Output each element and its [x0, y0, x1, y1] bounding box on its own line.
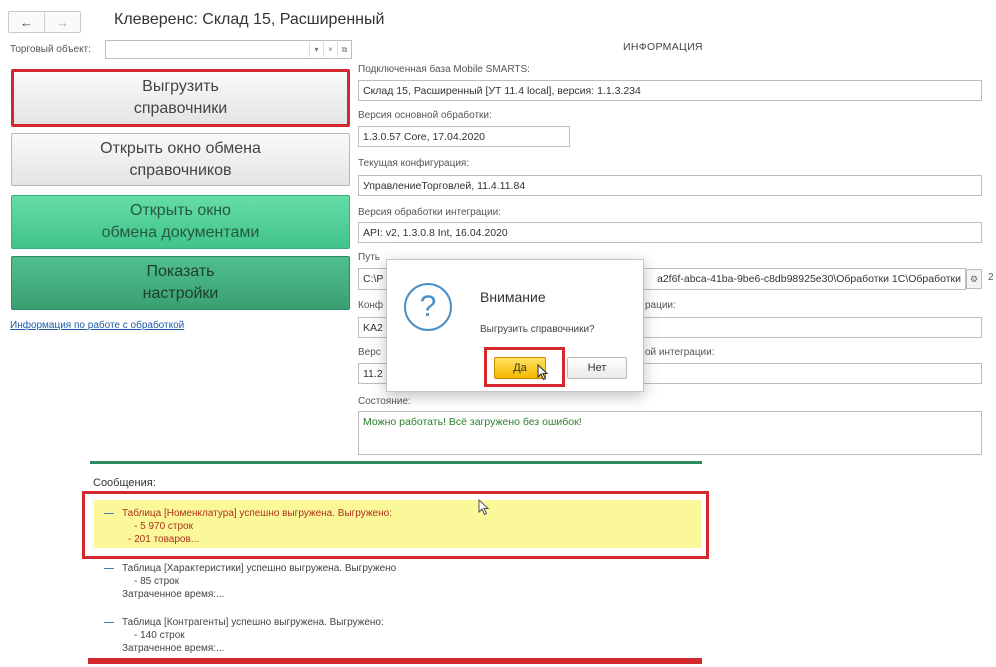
trade-object-field[interactable]: ▾ × ⧉ — [105, 40, 352, 59]
path-extra: 2 — [988, 272, 994, 283]
settings-line-1: Показать — [146, 263, 215, 280]
upload-line-1: Выгрузить — [142, 78, 219, 95]
integration-version-label: Версия обработки интеграции: — [358, 207, 501, 218]
integration-version-field[interactable]: API: v2, 1.3.0.8 Int, 16.04.2020 — [358, 222, 982, 243]
version-label-left: Верс — [358, 347, 381, 358]
no-button[interactable]: Нет — [567, 357, 627, 379]
confirm-dialog: ? Внимание Выгрузить справочники? Да Нет — [386, 259, 644, 392]
core-version-field[interactable]: 1.3.0.57 Core, 17.04.2020 — [358, 126, 570, 147]
message-line: Затраченное время:... — [122, 643, 225, 654]
dialog-title: Внимание — [480, 289, 546, 305]
messages-title: Сообщения: — [93, 477, 156, 489]
open-dict-line-2: справочников — [129, 161, 232, 179]
forward-arrow-icon[interactable]: → — [44, 12, 80, 32]
core-version-label: Версия основной обработки: — [358, 110, 492, 121]
message-line: Затраченное время:... — [122, 589, 225, 600]
message-line: Таблица [Контрагенты] успешно выгружена.… — [122, 617, 384, 628]
state-label: Состояние: — [358, 396, 411, 407]
config-label: Текущая конфигурация: — [358, 158, 470, 169]
message-item: — Таблица [Характеристики] успешно выгруж… — [104, 563, 397, 600]
back-arrow-icon[interactable]: ← — [9, 12, 44, 32]
browse-icon[interactable]: ⚙ — [966, 269, 982, 289]
conf-label-left: Конф — [358, 300, 384, 311]
show-settings-button[interactable]: Показать настройки — [11, 256, 350, 310]
state-field[interactable]: Можно работать! Всё загружено без ошибок… — [358, 411, 982, 455]
upload-catalogs-button[interactable]: Выгрузить справочники — [11, 69, 350, 127]
message-highlight-frame — [82, 491, 709, 559]
message-line: - 140 строк — [134, 630, 185, 641]
path-value-right: a2f6f-abca-41ba-9be6-c8db98925e30\Обрабо… — [657, 273, 961, 285]
question-icon: ? — [404, 283, 452, 331]
open-icon[interactable]: ⧉ — [337, 42, 351, 57]
trade-object-label: Торговый объект: — [10, 44, 91, 55]
path-value-left: C:\P — [363, 273, 384, 285]
message-line: Таблица [Характеристики] успешно выгруже… — [122, 563, 397, 574]
config-field[interactable]: УправлениеТорговлей, 11.4.11.84 — [358, 175, 982, 196]
mouse-cursor-icon — [537, 364, 549, 381]
open-document-exchange-button[interactable]: Открыть окно обмена документами — [11, 195, 350, 249]
open-doc-line-2: обмена документами — [101, 224, 260, 241]
navigation-buttons: ← → — [8, 11, 81, 33]
message-line: - 85 строк — [134, 576, 180, 587]
dropdown-icon[interactable]: ▾ — [309, 42, 323, 57]
db-label: Подключенная база Mobile SMARTS: — [358, 64, 530, 75]
open-catalog-exchange-button[interactable]: Открыть окно обмена справочников — [11, 133, 350, 186]
clear-icon[interactable]: × — [323, 42, 337, 57]
db-field[interactable]: Склад 15, Расширенный [УТ 11.4 local], в… — [358, 80, 982, 101]
open-dict-line-1: Открыть окно обмена — [100, 139, 261, 157]
message-item: — Таблица [Контрагенты] успешно выгружена… — [104, 617, 384, 654]
version-label-right: ой интеграции: — [645, 347, 715, 358]
upload-line-2: справочники — [133, 100, 228, 117]
bottom-red-frame — [88, 658, 702, 664]
open-doc-line-1: Открыть окно — [130, 202, 231, 219]
path-label: Путь — [358, 252, 380, 263]
window-title: Клеверенс: Склад 15, Расширенный — [114, 11, 385, 28]
conf-label-right: рации: — [645, 300, 676, 311]
settings-line-2: настройки — [142, 285, 219, 302]
info-link[interactable]: Информация по работе с обработкой — [10, 320, 184, 331]
dialog-message: Выгрузить справочники? — [480, 324, 595, 335]
info-title: ИНФОРМАЦИЯ — [623, 41, 703, 53]
